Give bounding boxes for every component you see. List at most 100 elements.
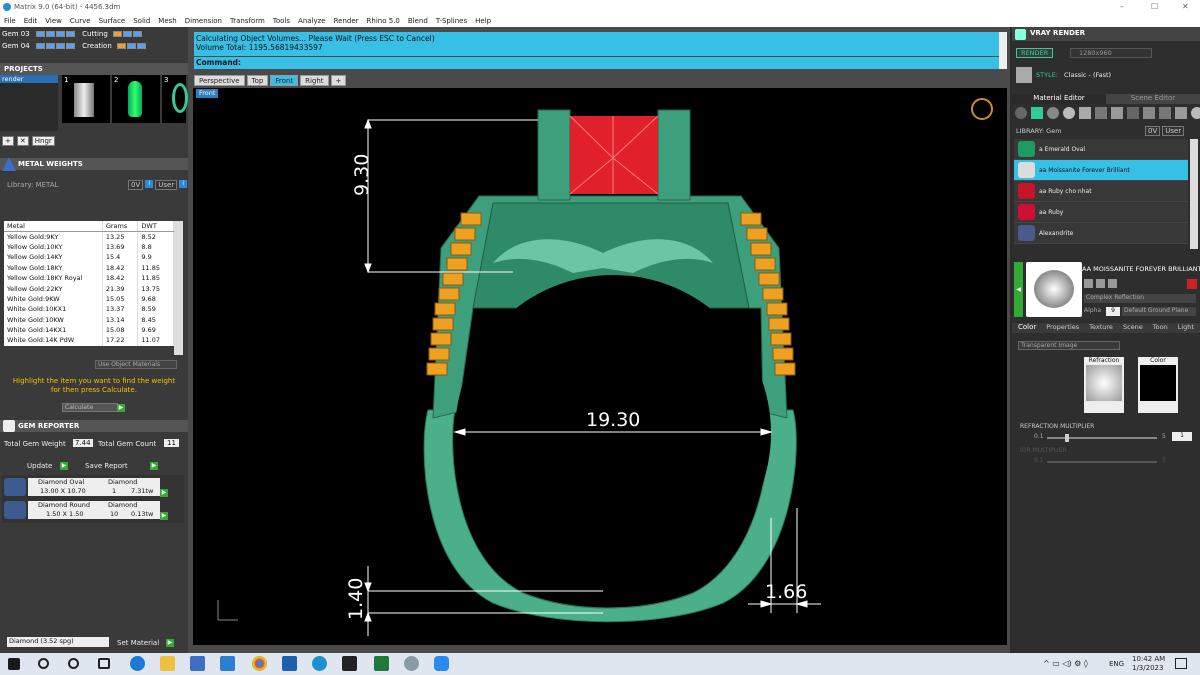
material-item[interactable]: aa Ruby: [1014, 202, 1188, 223]
table-row[interactable]: Yellow Gold:14KY 15.4 9.9: [4, 252, 174, 263]
chrome-icon[interactable]: [252, 656, 267, 671]
project-item[interactable]: render: [0, 75, 58, 83]
render-button[interactable]: RENDER: [1016, 48, 1054, 58]
use-object-materials-select[interactable]: Use Object Materials: [95, 360, 177, 369]
command-scrollbar[interactable]: [999, 32, 1007, 69]
file-explorer-icon[interactable]: [160, 656, 175, 671]
table-row[interactable]: Yellow Gold:9KY 13.25 8.52: [4, 231, 174, 242]
gem-go-icon[interactable]: ▶: [160, 512, 168, 520]
collapse-arrow-icon[interactable]: ◀: [1014, 262, 1023, 317]
table-row[interactable]: White Gold:14KX1 15.08 9.69: [4, 324, 174, 336]
gem-lib-tab-user[interactable]: User: [1162, 126, 1185, 136]
table-row[interactable]: White Gold:9KW 15.05 9.68: [4, 293, 174, 305]
material-list-scrollbar[interactable]: [1190, 139, 1198, 249]
copy-material-icon[interactable]: [1108, 279, 1117, 288]
layer-row[interactable]: Gem 03 Cutting: [2, 30, 186, 40]
tab-light[interactable]: Light: [1178, 323, 1194, 333]
tab-texture[interactable]: Texture: [1089, 323, 1113, 333]
set-material-button[interactable]: Set Material: [117, 639, 159, 647]
refraction-value[interactable]: 1: [1172, 432, 1192, 441]
menu-surface[interactable]: Surface: [99, 17, 126, 25]
calculate-go-icon[interactable]: ▶: [117, 404, 125, 412]
gem-icon[interactable]: [1031, 107, 1043, 119]
ior-slider[interactable]: [1047, 461, 1157, 463]
menu-transform[interactable]: Transform: [230, 17, 265, 25]
tab-toon[interactable]: Toon: [1153, 323, 1168, 333]
browser-icon[interactable]: [312, 656, 327, 671]
material-item[interactable]: a Emerald Oval: [1014, 139, 1188, 160]
add-project-button[interactable]: +: [2, 136, 14, 146]
menu-rhino[interactable]: Rhino 5.0: [367, 17, 400, 25]
lib-tab-user[interactable]: User: [155, 180, 178, 190]
metal-table-scrollbar[interactable]: [174, 221, 183, 355]
metal-sphere-icon[interactable]: [1063, 107, 1075, 119]
delete-material-icon[interactable]: [1187, 279, 1197, 289]
command-input[interactable]: Command:: [194, 57, 999, 69]
edge-icon[interactable]: [130, 656, 145, 671]
rhino-icon[interactable]: [342, 656, 357, 671]
thumbnail-gem[interactable]: 2: [112, 75, 160, 123]
gradient-icon[interactable]: [1095, 107, 1107, 119]
tray-icons[interactable]: ^ ▭ ◁) ⚙ ◊: [1043, 659, 1088, 668]
refraction-slider-thumb[interactable]: [1065, 434, 1069, 442]
minimize-button[interactable]: –: [1120, 2, 1124, 11]
wave-icon[interactable]: [1175, 107, 1187, 119]
col-dwt[interactable]: DWT: [137, 221, 174, 232]
menu-analyze[interactable]: Analyze: [298, 17, 326, 25]
update-button[interactable]: Update: [27, 462, 52, 470]
table-row[interactable]: Yellow Gold:18KY 18.42 11.85: [4, 262, 174, 273]
zoom-icon[interactable]: [434, 656, 449, 671]
mail-icon[interactable]: [220, 656, 235, 671]
shader-select[interactable]: Complex Reflection: [1084, 294, 1196, 303]
ground-plane-select[interactable]: Default Ground Plane: [1122, 307, 1196, 316]
tab-color[interactable]: Color: [1018, 323, 1036, 333]
texture-icon[interactable]: [1127, 107, 1139, 119]
thumbnail-block[interactable]: 1: [62, 75, 110, 123]
menu-tsplines[interactable]: T-Splines: [436, 17, 467, 25]
menu-view[interactable]: View: [45, 17, 62, 25]
menu-dimension[interactable]: Dimension: [185, 17, 222, 25]
viewport-label[interactable]: Front: [196, 89, 219, 98]
gem-go-icon[interactable]: ▶: [160, 489, 168, 497]
search-icon[interactable]: [38, 658, 49, 669]
notification-icon[interactable]: [1175, 658, 1187, 669]
calculate-button[interactable]: Calculate: [62, 403, 118, 412]
clock-time[interactable]: 10:42 AM: [1132, 655, 1165, 663]
cube-icon[interactable]: [1079, 107, 1091, 119]
light-icon[interactable]: [1191, 107, 1200, 119]
gem-row[interactable]: Diamond Oval Diamond 13.00 X 10.70 1 7.3…: [28, 478, 160, 496]
col-metal[interactable]: Metal: [4, 221, 103, 232]
tab-perspective[interactable]: Perspective: [194, 75, 245, 86]
menu-solid[interactable]: Solid: [133, 17, 150, 25]
col-grams[interactable]: Grams: [102, 221, 139, 232]
material-item[interactable]: aa Ruby cho nhat: [1014, 181, 1188, 202]
save-report-button[interactable]: Save Report: [85, 462, 128, 470]
menu-edit[interactable]: Edit: [24, 17, 38, 25]
gem-lib-tab-0v[interactable]: 0V: [1145, 126, 1161, 136]
layer-color[interactable]: [35, 31, 45, 37]
menu-file[interactable]: File: [4, 17, 16, 25]
store-icon[interactable]: [190, 656, 205, 671]
material-select[interactable]: Diamond (3.52 spg): [7, 637, 109, 647]
cortana-icon[interactable]: [68, 658, 79, 669]
table-row[interactable]: White Gold:10KW 13.14 8.45: [4, 314, 174, 325]
refraction-swatch[interactable]: Refraction: [1084, 357, 1124, 413]
drop-icon[interactable]: [1015, 107, 1027, 119]
add-viewport-tab[interactable]: +: [330, 75, 347, 86]
clock-date[interactable]: 1/3/2023: [1132, 664, 1163, 672]
menu-tools[interactable]: Tools: [273, 17, 290, 25]
material-item[interactable]: aa Moissanite Forever Brilliant: [1014, 160, 1188, 181]
remove-project-button[interactable]: ✕: [16, 136, 29, 146]
tab-right[interactable]: Right: [300, 75, 329, 86]
save-material-icon[interactable]: [1084, 279, 1093, 288]
tab-properties[interactable]: Properties: [1046, 323, 1079, 333]
table-row[interactable]: Yellow Gold:10KY 13.69 8.8: [4, 241, 174, 253]
menu-mesh[interactable]: Mesh: [158, 17, 176, 25]
refraction-slider[interactable]: [1047, 434, 1157, 442]
menu-render[interactable]: Render: [334, 17, 359, 25]
start-icon[interactable]: [8, 658, 20, 670]
table-row[interactable]: White Gold:10KX1 13.37 8.59: [4, 304, 174, 315]
maximize-button[interactable]: ☐: [1151, 2, 1158, 11]
table-row[interactable]: Yellow Gold:18KY Royal 18.42 11.85: [4, 272, 174, 284]
table-row[interactable]: White Gold:14K PdW 17.22 11.07: [4, 335, 174, 346]
